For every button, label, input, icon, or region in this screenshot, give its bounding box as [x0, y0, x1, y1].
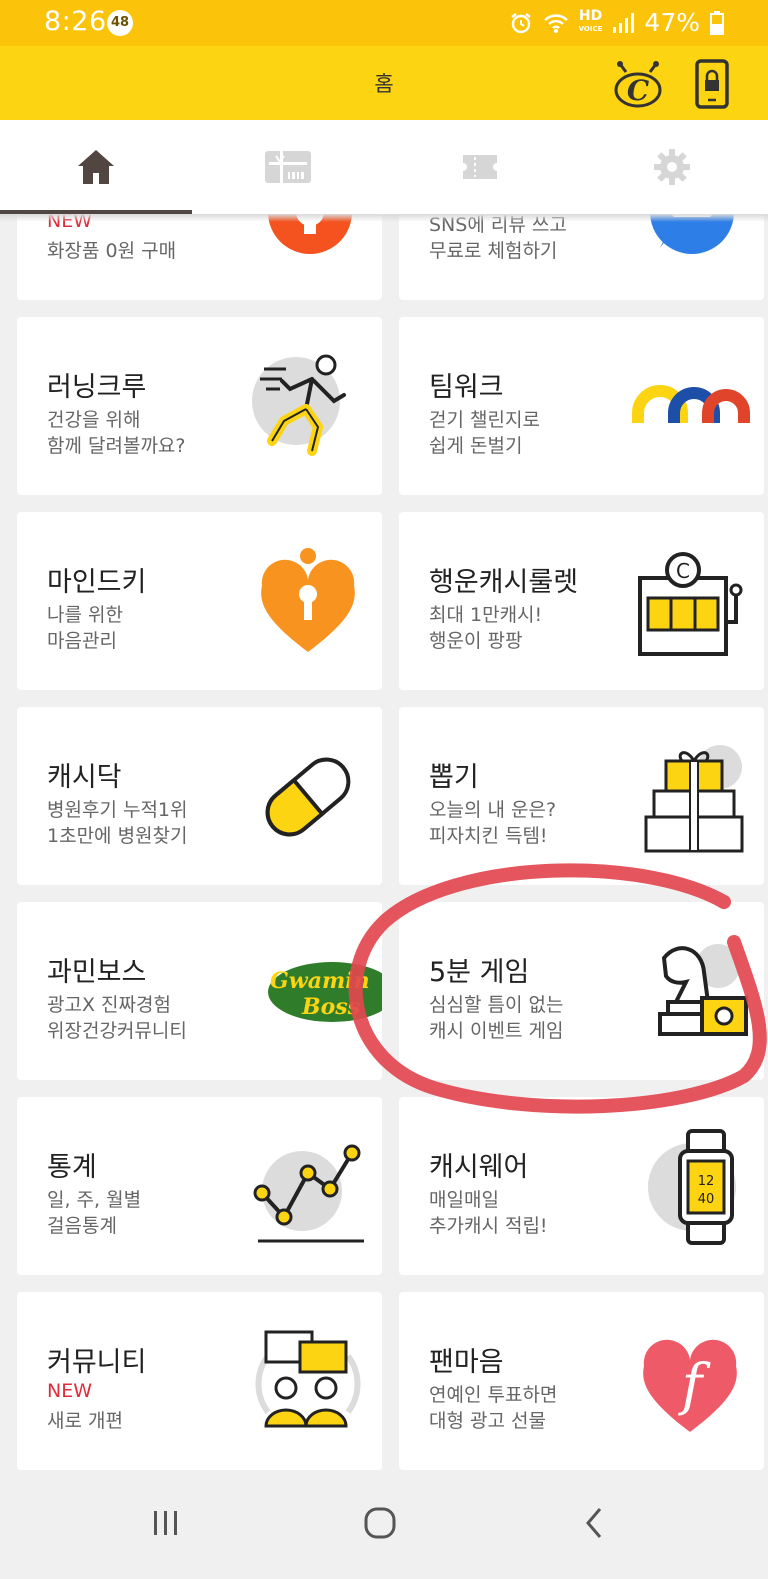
status-time: 8:26 — [44, 6, 107, 37]
chat-bubble-icon — [650, 214, 734, 254]
svg-text:Gwamin: Gwamin — [270, 968, 370, 994]
back-icon[interactable] — [576, 1503, 612, 1547]
lock-phone-icon[interactable] — [692, 58, 732, 114]
recent-apps-icon[interactable] — [148, 1503, 184, 1547]
battery-icon — [710, 10, 724, 35]
alarm-icon — [510, 12, 531, 33]
card-cashwear[interactable]: 캐시웨어 매일매일 추가캐시 적립! 12 40 — [399, 1097, 764, 1275]
line-chart-icon — [253, 1144, 364, 1243]
runner-icon — [252, 354, 346, 456]
card-mindkey[interactable]: 마인드키 나를 위한 마음관리 — [17, 512, 382, 690]
gwamin-boss-logo: GwaminBoss — [268, 962, 382, 1022]
svg-text:C: C — [627, 74, 650, 107]
gift-card-icon — [265, 151, 311, 183]
card-sns-review[interactable]: SNS에 리뷰 쓰고 무료로 체험하기 — [399, 214, 764, 300]
gear-orange-icon — [268, 214, 352, 254]
gift-boxes-icon — [644, 745, 744, 853]
pill-icon — [265, 757, 351, 837]
battery-percent: 47% — [644, 8, 700, 37]
wifi-icon — [543, 13, 568, 33]
card-running-crew[interactable]: 러닝크루 건강을 위해 함께 달려볼까요? — [17, 317, 382, 495]
new-badge: NEW — [47, 1380, 93, 1402]
card-5min-game[interactable]: 5분 게임 심심할 틈이 없는 캐시 이벤트 게임 — [399, 902, 764, 1080]
home-button-icon[interactable] — [360, 1503, 400, 1547]
tab-home[interactable] — [0, 120, 192, 214]
status-bar: 8:26 48 HD VOICE 47% — [0, 0, 768, 46]
card-teamwork[interactable]: 팀워크 걷기 챌린지로 쉽게 돈벌기 — [399, 317, 764, 495]
svg-text:40: 40 — [698, 1192, 715, 1207]
home-icon — [78, 150, 114, 184]
card-community[interactable]: 커뮤니티 NEW 새로 개편 — [17, 1292, 382, 1470]
scroll-shadow — [0, 214, 768, 222]
tab-bar — [0, 120, 768, 214]
card-statistics[interactable]: 통계 일, 주, 월별 걸음통계 — [17, 1097, 382, 1275]
svg-text:C: C — [676, 559, 690, 583]
notification-count-badge: 48 — [107, 10, 133, 36]
gear-icon — [654, 149, 690, 185]
signal-icon — [613, 12, 635, 33]
card-lucky-roulette[interactable]: 행운캐시룰렛 최대 1만캐시! 행운이 팡팡 C — [399, 512, 764, 690]
svg-text:Boss: Boss — [301, 994, 360, 1020]
card-cashdoc[interactable]: 캐시닥 병원후기 누적1위 1초만에 병원찾기 — [17, 707, 382, 885]
community-icon — [255, 1330, 361, 1428]
card-gwamin-boss[interactable]: 과민보스 광고X 진짜경험 위장건강커뮤니티 Gwamin Boss — [17, 902, 382, 1080]
tab-ticket[interactable] — [384, 120, 576, 214]
smartwatch-icon: 1240 — [648, 1129, 736, 1245]
slot-machine-icon: C — [638, 552, 743, 656]
card-fanmaum[interactable]: 팬마음 연예인 투표하면 대형 광고 선물 f — [399, 1292, 764, 1470]
tab-gift[interactable] — [192, 120, 384, 214]
menu-grid: NEW 화장품 0원 구매 SNS에 리뷰 쓰고 무료로 체험하기 러닝크루 건… — [0, 214, 768, 1475]
card-draw[interactable]: 뽑기 오늘의 내 운은? 피자치킨 득템! — [399, 707, 764, 885]
heart-keyhole-icon — [261, 548, 355, 652]
cashdeer-character-icon[interactable]: C — [612, 58, 664, 112]
app-header: 홈 C — [0, 46, 768, 120]
hd-voice-label: HD VOICE — [578, 7, 603, 33]
system-nav-bar — [0, 1475, 768, 1579]
ticket-icon — [463, 155, 497, 179]
chess-knight-icon — [658, 944, 748, 1036]
tab-settings[interactable] — [576, 120, 768, 214]
fan-heart-icon: f — [643, 1339, 737, 1432]
team-arches-icon — [632, 385, 750, 423]
card-cosmetics[interactable]: NEW 화장품 0원 구매 — [17, 214, 382, 300]
svg-text:12: 12 — [698, 1174, 715, 1189]
